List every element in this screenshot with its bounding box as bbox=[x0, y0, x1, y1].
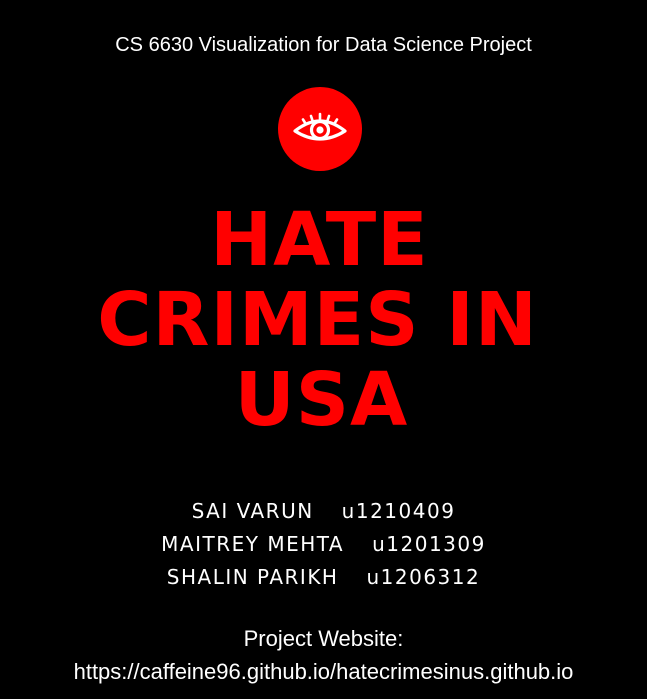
title-line-3: USA bbox=[234, 357, 409, 443]
main-title: HATE CRIMES IN USA bbox=[0, 200, 647, 440]
author-name: SHALIN PARIKH bbox=[166, 565, 339, 589]
author-name: MAITREY MEHTA bbox=[161, 532, 345, 556]
logo-badge bbox=[278, 87, 362, 171]
title-line-2: CRIMES IN bbox=[97, 277, 538, 363]
author-row: MAITREY MEHTA u1201309 bbox=[0, 528, 647, 561]
website-label: Project Website: bbox=[243, 626, 404, 651]
eye-icon bbox=[293, 112, 347, 141]
website-url-link[interactable]: https://caffeine96.github.io/hatecrimesi… bbox=[0, 655, 647, 688]
author-row: SHALIN PARIKH u1206312 bbox=[0, 561, 647, 594]
author-id: u1206312 bbox=[366, 565, 481, 589]
course-title: CS 6630 Visualization for Data Science P… bbox=[115, 34, 532, 56]
project-website: Project Website: https://caffeine96.gith… bbox=[0, 622, 647, 688]
author-row: SAI VARUN u1210409 bbox=[0, 495, 647, 528]
author-list: SAI VARUN u1210409 MAITREY MEHTA u1201309 … bbox=[0, 495, 647, 594]
title-line-1: HATE bbox=[210, 197, 429, 283]
author-id: u1210409 bbox=[341, 499, 456, 523]
author-name: SAI VARUN bbox=[191, 499, 314, 523]
author-id: u1201309 bbox=[372, 532, 486, 556]
